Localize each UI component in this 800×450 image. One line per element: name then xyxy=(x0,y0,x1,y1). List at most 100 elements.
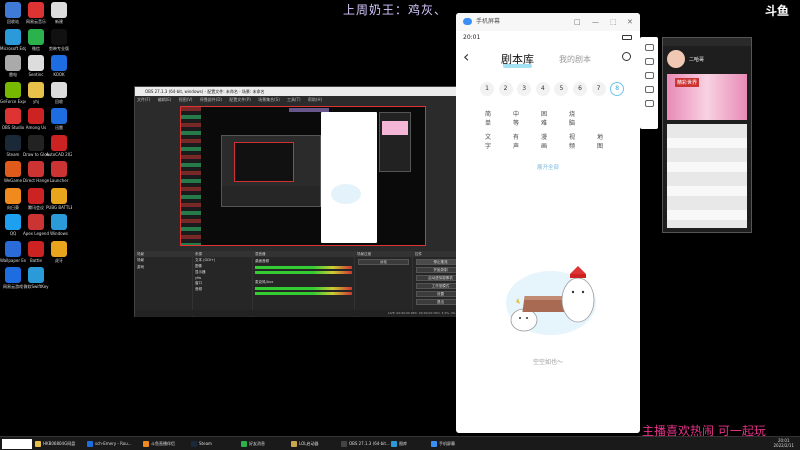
obs-docks: 场景 场景 游戏 来源 文本 (GDI+) 图像 显示器 yfw 窗口 音频 混音器 桌面… xyxy=(135,251,469,317)
app-icon xyxy=(28,187,44,204)
desktop-icon-label: Windows xyxy=(50,231,68,236)
douyu-logo: 斗鱼 xyxy=(765,4,790,18)
source-item[interactable]: 音频 xyxy=(193,286,252,292)
type-chip[interactable]: 有声 xyxy=(513,132,519,150)
desktop-icon[interactable]: 迅雷 xyxy=(46,108,72,130)
taskbar-search-box[interactable] xyxy=(2,439,32,449)
home-icon[interactable] xyxy=(644,86,654,93)
pin-icon[interactable]: □ xyxy=(574,13,581,31)
taskbar-app[interactable]: OBS 27.1.3 (64-bit... xyxy=(340,439,390,449)
desktop-icon[interactable]: 虎牙 xyxy=(46,240,72,263)
menu-file[interactable]: 文件(F) xyxy=(135,97,150,102)
menu-profile[interactable]: 配置文件(P) xyxy=(227,97,251,102)
menu-tools[interactable]: 工具(T) xyxy=(285,97,301,102)
mixer-meter xyxy=(255,271,352,274)
difficulty-chip[interactable]: 简单 xyxy=(485,109,491,127)
difficulty-chip[interactable]: 困难 xyxy=(541,109,547,127)
app-icon xyxy=(28,2,44,18)
player-count-8[interactable]: 8 xyxy=(610,82,625,96)
desktop-icon[interactable]: 回收 xyxy=(46,81,72,104)
desktop-icon[interactable]: KOOK xyxy=(46,55,72,77)
maximize-icon[interactable]: ⬚ xyxy=(610,13,617,31)
app-icon xyxy=(51,187,67,204)
mixer-track-label: 桌面音频 xyxy=(255,259,269,263)
app-icon xyxy=(5,214,21,230)
transitions-dock: 场景过渡 淡化 xyxy=(355,251,413,317)
player-count-5[interactable]: 5 xyxy=(554,82,569,96)
type-chip[interactable]: 视频 xyxy=(569,132,575,150)
phone-mirror-window[interactable]: 手机屏幕 □ — ⬚ ✕ 20:01 ‹ 剧本库 我的剧本 12345678 简… xyxy=(456,13,640,433)
type-chip[interactable]: 地图 xyxy=(597,132,603,150)
app-icon xyxy=(51,55,67,71)
app-icon xyxy=(5,2,21,18)
difficulty-chip[interactable]: 中等 xyxy=(513,109,519,127)
phone-window-titlebar[interactable]: 手机屏幕 □ — ⬚ ✕ xyxy=(456,13,640,31)
desktop-icon[interactable]: Windows xyxy=(46,214,72,236)
type-chip[interactable]: 文字 xyxy=(485,132,491,150)
desktop-icon[interactable]: 剪映专业版 xyxy=(46,28,72,51)
taskbar-app[interactable]: Steam xyxy=(190,439,212,449)
desktop-icon[interactable]: PUBG BATTLEGR xyxy=(46,187,72,210)
menu-scene-collection[interactable]: 场景集合(S) xyxy=(256,97,280,102)
obs-titlebar[interactable]: OBS 27.1.3 (64-bit, windows) - 配置文件: 未命名… xyxy=(135,87,469,96)
obs-window[interactable]: OBS 27.1.3 (64-bit, windows) - 配置文件: 未命名… xyxy=(134,86,470,317)
taskbar-app[interactable]: LOL启动器 xyxy=(290,439,318,449)
banner-image: 精彩世界 xyxy=(667,74,747,120)
app-icon xyxy=(51,28,67,45)
difficulty-chip[interactable]: 烧脑 xyxy=(569,109,575,127)
tab-script-library[interactable]: 剧本库 xyxy=(501,51,534,68)
back-icon[interactable]: ‹ xyxy=(463,47,469,66)
phone-app-icon xyxy=(463,18,472,25)
app-icon xyxy=(51,2,67,18)
desktop-icon[interactable]: Launcher xyxy=(46,161,72,183)
scene-item[interactable]: 游戏 xyxy=(135,264,192,271)
transition-select[interactable]: 淡化 xyxy=(358,259,409,265)
player-count-4[interactable]: 4 xyxy=(535,82,550,96)
close-icon[interactable]: ✕ xyxy=(627,13,633,31)
desktop-icon-label: 回收 xyxy=(55,98,63,104)
player-count-1[interactable]: 1 xyxy=(480,82,494,96)
app-icon xyxy=(28,81,44,98)
desktop-icon[interactable]: 新建 xyxy=(46,2,72,24)
app-icon xyxy=(51,214,67,230)
mixer-meter xyxy=(255,266,352,269)
search-icon[interactable] xyxy=(622,52,631,61)
taskbar-app[interactable]: sch-Emery - Rou... xyxy=(86,439,132,449)
menu-docks[interactable]: 停靠部件(D) xyxy=(198,97,222,102)
taskbar-app[interactable]: 斗鱼直播伴侣 xyxy=(142,439,175,449)
tab-my-scripts[interactable]: 我的剧本 xyxy=(559,54,591,65)
phone-window-title: 手机屏幕 xyxy=(476,18,501,25)
taskbar-app[interactable]: 图库 xyxy=(390,439,407,449)
expand-all-link[interactable]: 展开全部 xyxy=(456,163,640,171)
phone-side-toolbar xyxy=(640,37,658,129)
desktop-icon[interactable]: AutoCAD 2020 xyxy=(46,134,72,157)
player-count-7[interactable]: 7 xyxy=(591,82,606,96)
settings-icon[interactable] xyxy=(644,44,654,51)
app-icon xyxy=(5,28,21,45)
obs-preview[interactable] xyxy=(180,106,426,246)
secondary-phone-window[interactable]: 二哈哥 精彩世界 xyxy=(662,37,752,233)
phone-time: 20:01 xyxy=(463,34,481,41)
obs-menubar: 文件(F) 编辑(E) 视图(V) 停靠部件(D) 配置文件(P) 场景集合(S… xyxy=(135,96,469,103)
scene-item[interactable]: 场景 xyxy=(135,257,192,264)
minimize-icon[interactable]: — xyxy=(592,13,599,31)
menu-help[interactable]: 帮助(H) xyxy=(306,97,322,102)
menu-edit[interactable]: 编辑(E) xyxy=(156,97,172,102)
taskbar-app[interactable]: HKB06804G网盘 xyxy=(34,439,75,449)
type-chip[interactable]: 漫画 xyxy=(541,132,547,150)
player-count-6[interactable]: 6 xyxy=(573,82,587,96)
preview-nested-obs xyxy=(221,135,321,207)
app-icon xyxy=(51,134,67,151)
player-count-3[interactable]: 3 xyxy=(517,82,532,96)
back-nav-icon[interactable] xyxy=(644,100,654,107)
taskbar-app[interactable]: 好友消息 xyxy=(240,439,265,449)
taskbar-clock[interactable]: 20:01 2022/2/11 xyxy=(773,438,794,448)
sources-dock: 来源 文本 (GDI+) 图像 显示器 yfw 窗口 音频 xyxy=(193,251,253,317)
record-icon[interactable] xyxy=(644,72,654,79)
player-count-2[interactable]: 2 xyxy=(498,82,513,96)
desktop-icon[interactable]: 微软SwiftKey xyxy=(23,267,49,289)
feed-list xyxy=(667,124,747,228)
taskbar-app[interactable]: 手机屏幕 xyxy=(430,439,455,449)
screenshot-icon[interactable] xyxy=(644,58,654,65)
menu-view[interactable]: 视图(V) xyxy=(177,97,193,102)
